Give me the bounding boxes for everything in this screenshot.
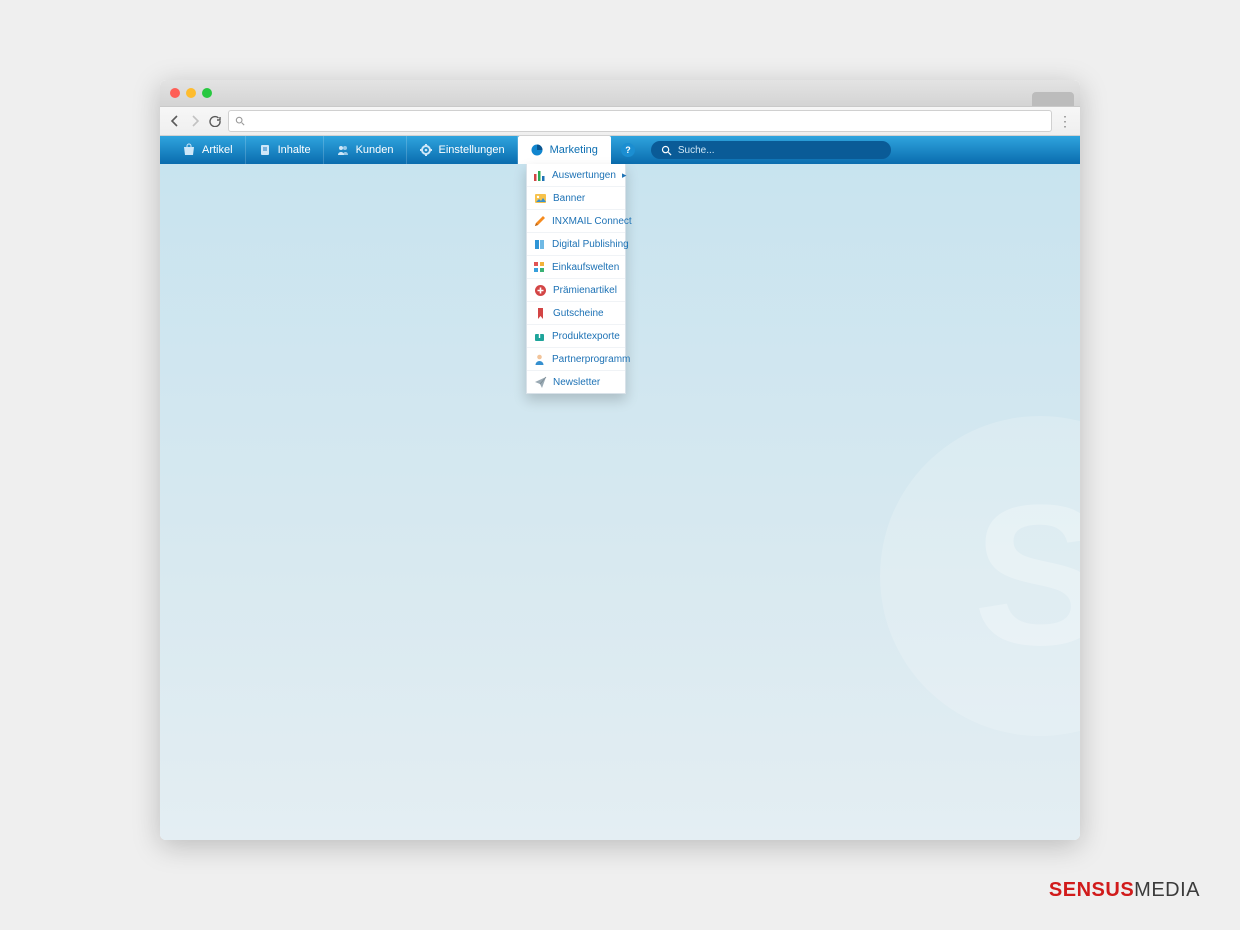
svg-text:?: ? [625,145,631,155]
dd-item-auswertungen[interactable]: Auswertungen ▸ [527,164,625,186]
browser-new-tab[interactable] [1032,92,1074,106]
plus-circle-icon [533,283,547,297]
user-icon [533,352,546,366]
browser-address-bar[interactable] [228,110,1052,132]
nav-label: Einstellungen [439,144,505,156]
dd-label: Gutscheine [553,308,604,319]
app-area: S Artikel Inhalte Kunden [160,136,1080,840]
browser-forward-button[interactable] [188,114,202,128]
nav-item-marketing[interactable]: Marketing [518,136,611,164]
app-watermark: S [880,416,1080,736]
dd-item-praemienartikel[interactable]: Prämienartikel [527,278,625,301]
dd-label: Auswertungen [552,170,616,181]
dd-item-newsletter[interactable]: Newsletter [527,370,625,393]
dd-label: Newsletter [553,377,600,388]
bar-chart-icon [533,168,546,182]
nav-item-artikel[interactable]: Artikel [170,136,246,164]
dd-item-digital-publishing[interactable]: Digital Publishing [527,232,625,255]
dd-label: Einkaufswelten [552,262,619,273]
nav-help-button[interactable]: ? [611,136,645,164]
dd-label: Prämienartikel [553,285,617,296]
search-placeholder: Suche... [678,145,715,156]
nav-label: Marketing [550,144,598,156]
browser-tabstrip [160,80,1080,107]
app-navbar: Artikel Inhalte Kunden Einstellungen [160,136,1080,164]
pencil-icon [533,214,546,228]
dd-label: Partnerprogramm [552,354,630,365]
dd-label: Produktexporte [552,331,620,342]
nav-item-einstellungen[interactable]: Einstellungen [407,136,518,164]
app-search-box[interactable]: Suche... [651,141,891,159]
nav-label: Artikel [202,144,233,156]
dd-label: Banner [553,193,585,204]
document-icon [258,143,272,157]
brand-part1: SENSUS [1049,879,1134,901]
dd-item-inxmail[interactable]: INXMAIL Connect [527,209,625,232]
pie-chart-icon [530,143,544,157]
page-brand: SENSUSMEDIA [1049,879,1200,902]
window-close-button[interactable] [170,88,180,98]
dd-label: Digital Publishing [552,239,629,250]
nav-label: Inhalte [278,144,311,156]
browser-reload-button[interactable] [208,114,222,128]
dd-label: INXMAIL Connect [552,216,632,227]
book-icon [533,237,546,251]
search-icon [661,145,672,156]
bag-icon [182,143,196,157]
gear-icon [419,143,433,157]
image-icon [533,191,547,205]
paper-plane-icon [533,375,547,389]
dd-item-banner[interactable]: Banner [527,186,625,209]
search-icon [235,116,245,126]
nav-label: Kunden [356,144,394,156]
help-icon: ? [620,142,636,158]
dd-item-partnerprogramm[interactable]: Partnerprogramm [527,347,625,370]
browser-toolbar: ⋮ [160,107,1080,136]
bookmark-icon [533,306,547,320]
dd-item-produktexporte[interactable]: Produktexporte [527,324,625,347]
window-maximize-button[interactable] [202,88,212,98]
export-icon [533,329,546,343]
brand-part2: MEDIA [1134,879,1200,901]
browser-back-button[interactable] [168,114,182,128]
browser-window: ⋮ S Artikel Inhalte Kunde [160,80,1080,840]
nav-item-kunden[interactable]: Kunden [324,136,407,164]
dd-item-einkaufswelten[interactable]: Einkaufswelten [527,255,625,278]
window-minimize-button[interactable] [186,88,196,98]
users-icon [336,143,350,157]
grid-icon [533,260,546,274]
dd-item-gutscheine[interactable]: Gutscheine [527,301,625,324]
nav-item-inhalte[interactable]: Inhalte [246,136,324,164]
marketing-dropdown: Auswertungen ▸ Banner INXMAIL Connect [526,164,626,394]
chevron-right-icon: ▸ [622,170,627,181]
